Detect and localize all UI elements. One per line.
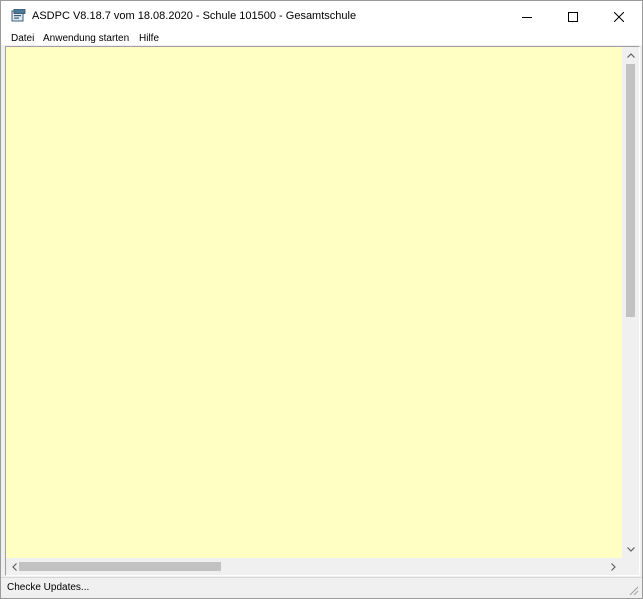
minimize-button[interactable] xyxy=(504,1,550,32)
title-bar[interactable]: ASDPC V8.18.7 vom 18.08.2020 - Schule 10… xyxy=(1,1,642,32)
status-text: Checke Updates... xyxy=(7,582,90,593)
status-bar: Checke Updates... xyxy=(1,577,642,598)
chevron-up-icon xyxy=(626,53,635,58)
minimize-icon xyxy=(522,16,532,18)
chevron-right-icon xyxy=(611,562,616,571)
menu-bar: Datei Anwendung starten Hilfe xyxy=(1,32,642,45)
chevron-left-icon xyxy=(12,562,17,571)
close-icon xyxy=(614,11,624,22)
content-area[interactable] xyxy=(6,47,622,558)
app-icon[interactable] xyxy=(11,9,26,23)
scroll-down-button[interactable] xyxy=(622,541,639,558)
chevron-down-icon xyxy=(626,547,635,552)
vertical-scrollbar[interactable] xyxy=(622,47,639,558)
main-window: ASDPC V8.18.7 vom 18.08.2020 - Schule 10… xyxy=(0,0,643,599)
horizontal-scroll-thumb[interactable] xyxy=(19,562,221,571)
vertical-scroll-thumb[interactable] xyxy=(626,64,635,317)
close-button[interactable] xyxy=(596,1,642,32)
maximize-icon xyxy=(568,11,578,22)
maximize-button[interactable] xyxy=(550,1,596,32)
horizontal-scrollbar[interactable] xyxy=(6,558,622,575)
menu-item-datei[interactable]: Datei xyxy=(11,32,34,45)
resize-grip-icon[interactable] xyxy=(627,584,639,596)
scroll-right-button[interactable] xyxy=(605,558,622,575)
window-title: ASDPC V8.18.7 vom 18.08.2020 - Schule 10… xyxy=(32,10,357,22)
menu-item-hilfe[interactable]: Hilfe xyxy=(139,32,159,45)
menu-item-anwendung-starten[interactable]: Anwendung starten xyxy=(43,32,129,45)
client-area xyxy=(5,46,640,576)
scroll-corner xyxy=(622,558,639,575)
scroll-up-button[interactable] xyxy=(622,47,639,64)
